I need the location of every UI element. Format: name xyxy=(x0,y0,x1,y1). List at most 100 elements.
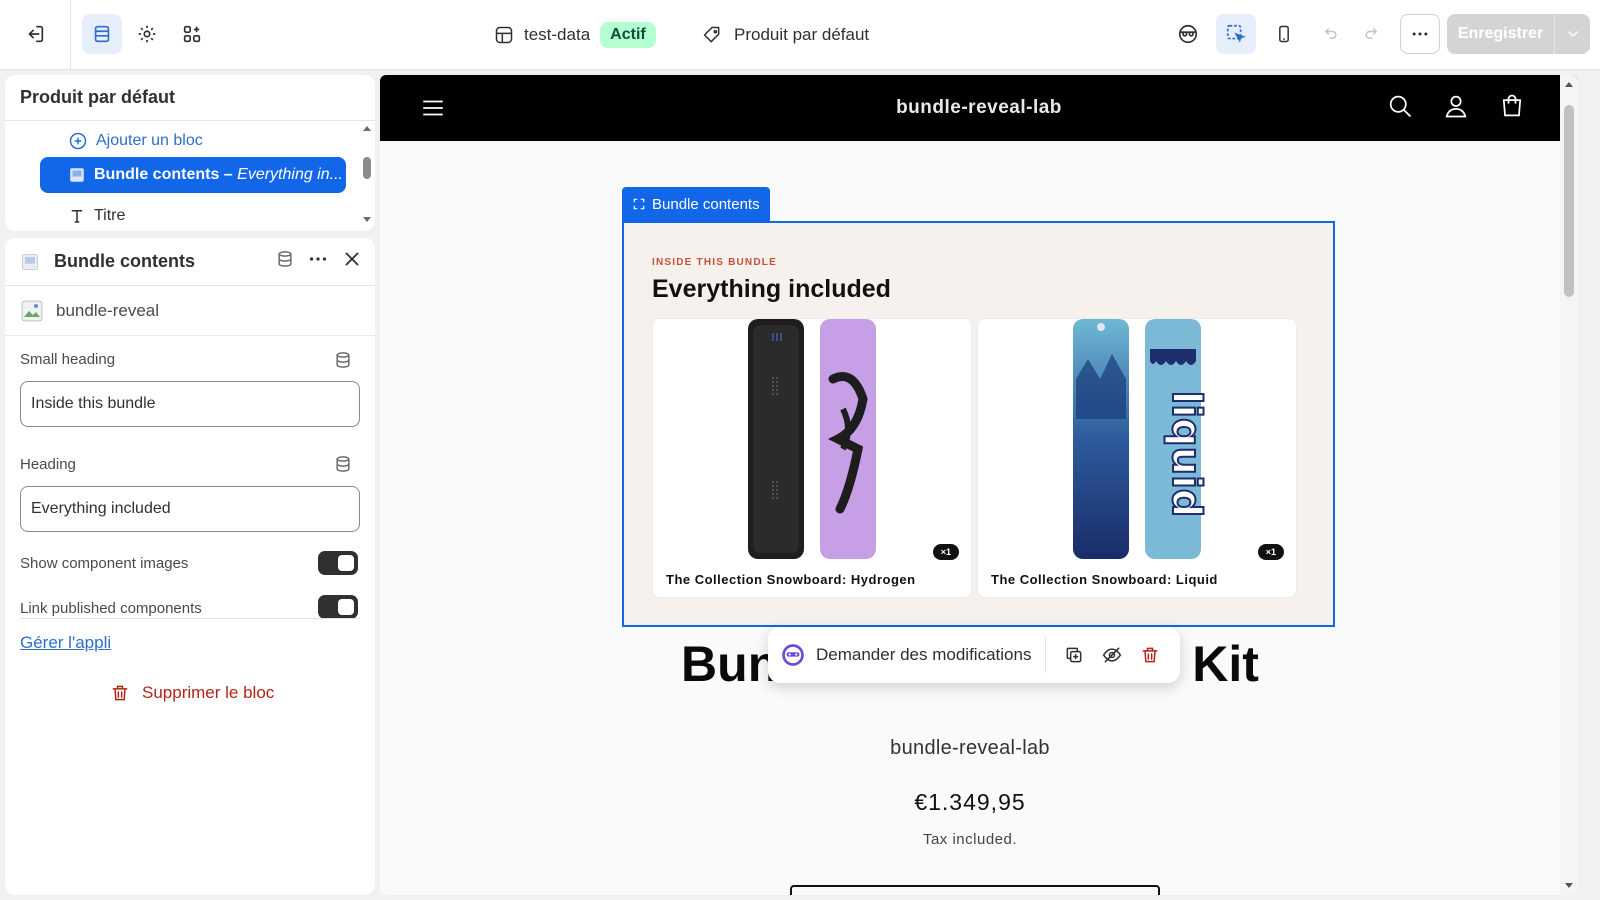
tree-scrollbar[interactable] xyxy=(360,123,374,231)
block-action-bar: Demander des modifications xyxy=(768,627,1180,683)
heading-input[interactable]: Everything included xyxy=(20,486,360,532)
mobile-preview-button[interactable] xyxy=(1264,14,1304,54)
editor-toolbar: test-data Actif Produit par défaut Enreg… xyxy=(0,0,1600,70)
tree-item-titre[interactable]: Titre xyxy=(68,199,125,231)
bundle-small-heading: Inside this bundle xyxy=(652,257,777,268)
search-icon[interactable] xyxy=(1386,92,1414,120)
more-actions-button[interactable] xyxy=(1400,14,1440,54)
chevron-down-icon xyxy=(1565,26,1581,42)
show-images-label: Show component images xyxy=(20,555,189,572)
duplicate-icon[interactable] xyxy=(1064,645,1084,665)
select-mode-button[interactable] xyxy=(1216,14,1256,54)
ask-changes-label: Demander des modifications xyxy=(816,645,1032,664)
small-heading-label: Small heading xyxy=(20,351,116,368)
theme-name: test-data xyxy=(524,25,591,44)
small-heading-input[interactable]: Inside this bundle xyxy=(20,381,360,427)
storefront-preview: bundle-reveal-lab Bundle contents Inside… xyxy=(380,75,1578,895)
ai-assistant-icon xyxy=(780,642,806,668)
block-frame-icon xyxy=(632,197,646,211)
product-price: €1.349,95 xyxy=(914,789,1026,815)
ellipsis-icon xyxy=(1410,24,1430,44)
tag-icon xyxy=(702,25,722,45)
ask-changes-button[interactable]: Demander des modifications xyxy=(780,637,1047,673)
heading-dynamic-button[interactable] xyxy=(333,454,353,474)
preview-scrollbar-thumb[interactable] xyxy=(1564,105,1574,297)
template-title: Produit par défaut xyxy=(5,75,375,121)
status-badge: Actif xyxy=(600,22,656,48)
trash-icon xyxy=(110,683,130,703)
account-icon[interactable] xyxy=(1442,92,1470,120)
add-block-label: Ajouter un bloc xyxy=(96,132,203,149)
theme-selector[interactable]: test-data Actif xyxy=(494,20,656,50)
layout-icon xyxy=(494,25,514,45)
selected-block-tag[interactable]: Bundle contents xyxy=(622,187,770,221)
bundle-product-card[interactable]: liquid ×1 The Collection Snowboard: Liqu… xyxy=(977,318,1297,598)
block-tree-panel: Produit par défaut Ajouter un bloc Bundl… xyxy=(5,75,375,231)
settings-more-button[interactable] xyxy=(307,248,329,270)
product-vendor: bundle-reveal-lab xyxy=(890,737,1050,759)
bundle-contents-block[interactable]: Inside this bundle Everything included ×… xyxy=(622,221,1335,627)
exit-button[interactable] xyxy=(15,14,55,54)
preview-scrollbar[interactable] xyxy=(1560,75,1578,895)
link-components-label: Link published components xyxy=(20,600,202,617)
bundle-product-title: The Collection Snowboard: Hydrogen xyxy=(666,572,916,587)
undo-icon xyxy=(1320,24,1340,44)
bundle-heading: Everything included xyxy=(652,275,891,303)
snowboard-hydrogen-image xyxy=(653,319,971,559)
cursor-select-icon xyxy=(1225,23,1247,45)
dynamic-source-button[interactable] xyxy=(275,249,295,269)
app-name: bundle-reveal xyxy=(56,300,160,320)
apps-icon xyxy=(181,23,203,45)
cart-icon[interactable] xyxy=(1498,92,1526,120)
tree-item-bundle-contents[interactable]: Bundle contents – Everything in... xyxy=(40,157,346,193)
redo-button[interactable] xyxy=(1352,14,1392,54)
settings-divider xyxy=(20,618,360,619)
app-image-icon xyxy=(20,299,44,323)
undo-button[interactable] xyxy=(1310,14,1350,54)
tree-item-sublabel: Everything in... xyxy=(237,166,343,183)
tree-item-label: Bundle contents xyxy=(94,166,220,183)
add-to-cart-button[interactable] xyxy=(790,885,1160,895)
eye-mask-icon xyxy=(1177,23,1199,45)
template-selector[interactable]: Produit par défaut xyxy=(702,20,869,50)
manage-app-link[interactable]: Gérer l'appli xyxy=(20,633,111,653)
save-button[interactable]: Enregistrer xyxy=(1447,14,1555,54)
add-block-button[interactable]: Ajouter un bloc xyxy=(68,123,203,159)
inspector-button[interactable] xyxy=(1168,14,1208,54)
gear-icon xyxy=(136,23,158,45)
selected-block-tag-label: Bundle contents xyxy=(652,195,760,213)
snowboard-liquid-image: liquid xyxy=(978,319,1296,559)
hide-icon[interactable] xyxy=(1102,645,1122,665)
app-block-icon xyxy=(68,166,86,184)
quantity-badge: ×1 xyxy=(932,544,959,560)
settings-header: Bundle contents xyxy=(5,238,375,286)
block-settings-panel: Bundle contents bundle-reveal Small head… xyxy=(5,238,375,895)
bundle-product-title: The Collection Snowboard: Liquid xyxy=(991,572,1218,587)
delete-block-button[interactable]: Supprimer le bloc xyxy=(110,678,274,708)
exit-icon xyxy=(24,23,46,45)
mobile-icon xyxy=(1274,24,1294,44)
theme-settings-button[interactable] xyxy=(127,14,167,54)
app-block-icon xyxy=(20,252,40,272)
tax-note: Tax included. xyxy=(922,831,1018,848)
template-name: Produit par défaut xyxy=(734,25,870,44)
sections-button[interactable] xyxy=(82,14,122,54)
show-images-toggle[interactable] xyxy=(318,551,358,575)
plus-circle-icon xyxy=(68,131,88,151)
bundle-product-card[interactable]: ×1 The Collection Snowboard: Hydrogen xyxy=(652,318,972,598)
small-heading-dynamic-button[interactable] xyxy=(333,350,353,370)
tree-item-label: Titre xyxy=(94,207,126,224)
app-embeds-button[interactable] xyxy=(172,14,212,54)
heading-label: Heading xyxy=(20,456,76,473)
quantity-badge: ×1 xyxy=(1257,544,1284,560)
delete-block-label: Supprimer le bloc xyxy=(142,683,275,702)
save-button-group: Enregistrer xyxy=(1447,14,1590,54)
toolbar-divider xyxy=(70,0,71,70)
link-components-toggle[interactable] xyxy=(318,595,358,619)
text-type-icon xyxy=(68,207,86,225)
app-source-row[interactable]: bundle-reveal xyxy=(5,286,375,336)
shop-header: bundle-reveal-lab xyxy=(380,75,1578,141)
delete-icon[interactable] xyxy=(1140,645,1160,665)
close-button[interactable] xyxy=(341,248,363,270)
save-dropdown-button[interactable] xyxy=(1555,14,1590,54)
